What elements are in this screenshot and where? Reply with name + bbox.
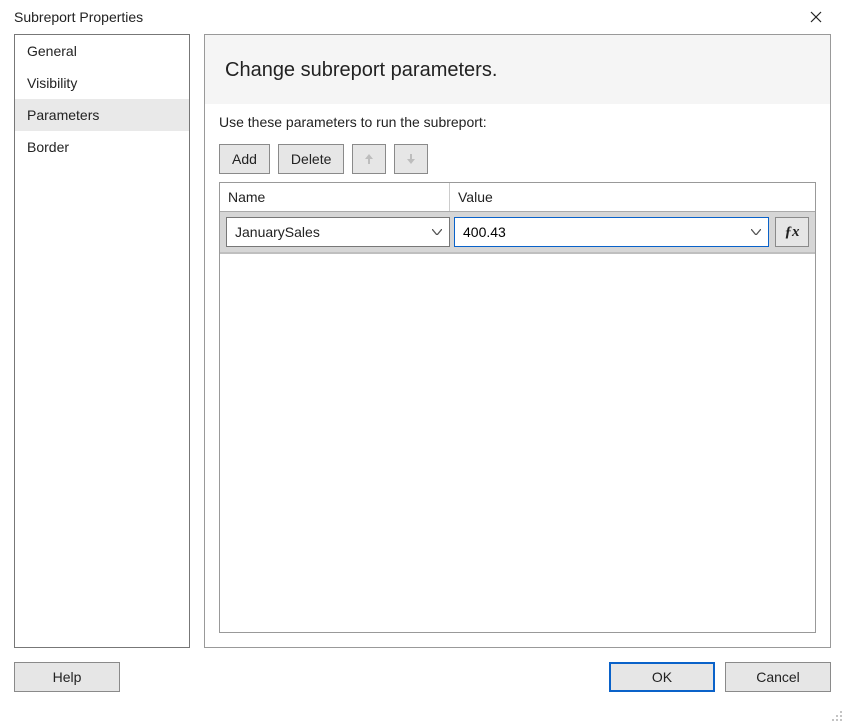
param-name-cell: JanuarySales <box>226 217 454 247</box>
param-value-combo[interactable] <box>454 217 769 247</box>
close-icon <box>810 11 822 23</box>
fx-icon: ƒx <box>785 224 800 241</box>
param-value-dropdown-button[interactable] <box>744 218 768 246</box>
delete-button[interactable]: Delete <box>278 144 344 174</box>
arrow-down-icon <box>405 153 417 165</box>
param-name-value: JanuarySales <box>235 224 425 240</box>
arrow-up-icon <box>363 153 375 165</box>
column-header-value: Value <box>450 183 815 211</box>
window-title: Subreport Properties <box>14 9 143 25</box>
param-toolbar: Add Delete <box>219 144 816 174</box>
page-title: Change subreport parameters. <box>205 35 830 104</box>
sidebar-item-label: Visibility <box>27 75 77 91</box>
titlebar: Subreport Properties <box>0 0 845 34</box>
dialog-footer: Help OK Cancel <box>0 656 845 704</box>
dialog-body: General Visibility Parameters Border Cha… <box>0 34 845 656</box>
grid-header: Name Value <box>220 183 815 212</box>
close-button[interactable] <box>799 3 833 31</box>
button-label: Cancel <box>756 669 800 685</box>
button-label: OK <box>652 669 672 685</box>
sidebar-item-label: General <box>27 43 77 59</box>
param-value-input-wrapper <box>463 224 744 240</box>
button-label: Help <box>53 669 82 685</box>
param-name-dropdown-button[interactable] <box>425 218 449 246</box>
sidebar-item-border[interactable]: Border <box>15 131 189 163</box>
content-body: Use these parameters to run the subrepor… <box>205 104 830 647</box>
add-button[interactable]: Add <box>219 144 270 174</box>
cancel-button[interactable]: Cancel <box>725 662 831 692</box>
ok-button[interactable]: OK <box>609 662 715 692</box>
content-panel: Change subreport parameters. Use these p… <box>204 34 831 648</box>
sidebar: General Visibility Parameters Border <box>14 34 190 648</box>
resize-grip-icon[interactable] <box>831 710 843 722</box>
table-row[interactable]: JanuarySales <box>220 212 815 254</box>
instruction-text: Use these parameters to run the subrepor… <box>219 114 816 130</box>
expression-button[interactable]: ƒx <box>775 217 809 247</box>
help-button[interactable]: Help <box>14 662 120 692</box>
move-up-button[interactable] <box>352 144 386 174</box>
move-down-button[interactable] <box>394 144 428 174</box>
parameter-grid: Name Value JanuarySales <box>219 182 816 633</box>
param-name-combo[interactable]: JanuarySales <box>226 217 450 247</box>
param-value-cell: ƒx <box>454 217 809 247</box>
button-label: Delete <box>291 151 331 167</box>
sidebar-item-general[interactable]: General <box>15 35 189 67</box>
sidebar-item-visibility[interactable]: Visibility <box>15 67 189 99</box>
sidebar-item-label: Border <box>27 139 69 155</box>
chevron-down-icon <box>751 229 761 235</box>
column-header-name: Name <box>220 183 450 211</box>
param-value-input[interactable] <box>463 224 744 240</box>
button-label: Add <box>232 151 257 167</box>
sidebar-item-label: Parameters <box>27 107 99 123</box>
sidebar-item-parameters[interactable]: Parameters <box>15 99 189 131</box>
chevron-down-icon <box>432 229 442 235</box>
